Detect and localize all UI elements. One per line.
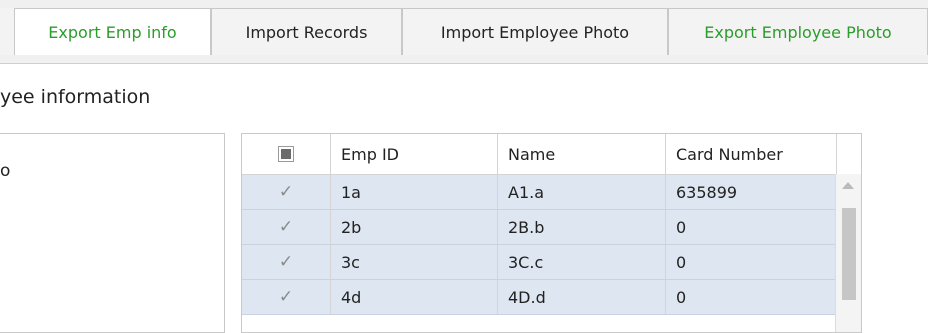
name-cell[interactable]: A1.a (498, 175, 666, 209)
card-number-cell[interactable]: 0 (666, 245, 837, 279)
row-checkbox[interactable]: ✓ (242, 175, 331, 209)
tab-export-employee-photo[interactable]: Export Employee Photo (668, 8, 928, 55)
tab-export-emp-info[interactable]: Export Emp info (14, 8, 211, 55)
select-all-checkbox[interactable] (278, 146, 294, 162)
row-checkbox[interactable]: ✓ (242, 245, 331, 279)
column-header-name[interactable]: Name (498, 134, 666, 174)
section-title: yee information (0, 86, 151, 108)
name-cell[interactable]: 4D.d (498, 280, 666, 314)
emp-id-cell[interactable]: 1a (331, 175, 498, 209)
name-cell[interactable]: 3C.c (498, 245, 666, 279)
table-row[interactable]: ✓ 3c 3C.c 0 (242, 245, 837, 280)
emp-id-cell[interactable]: 2b (331, 210, 498, 244)
left-panel-text: o (0, 161, 11, 181)
vertical-scrollbar[interactable] (835, 174, 861, 332)
scroll-up-arrow-icon[interactable] (842, 182, 854, 189)
tab-import-records[interactable]: Import Records (211, 8, 402, 55)
table-row[interactable]: ✓ 1a A1.a 635899 (242, 175, 837, 210)
tab-import-employee-photo[interactable]: Import Employee Photo (402, 8, 668, 55)
scroll-thumb[interactable] (842, 208, 856, 300)
tab-bar-edge (0, 8, 15, 55)
emp-id-cell[interactable]: 3c (331, 245, 498, 279)
column-header-card-number[interactable]: Card Number (666, 134, 837, 174)
table-row[interactable]: ✓ 2b 2B.b 0 (242, 210, 837, 245)
left-panel: o (0, 133, 225, 333)
table-row[interactable]: ✓ 4d 4D.d 0 (242, 280, 837, 315)
employee-grid: Emp ID Name Card Number ✓ 1a A1.a 635899… (241, 133, 862, 333)
row-checkbox[interactable]: ✓ (242, 210, 331, 244)
card-number-cell[interactable]: 0 (666, 280, 837, 314)
card-number-cell[interactable]: 0 (666, 210, 837, 244)
row-checkbox[interactable]: ✓ (242, 280, 331, 314)
emp-id-cell[interactable]: 4d (331, 280, 498, 314)
select-all-checkbox-cell[interactable] (242, 134, 331, 174)
grid-header: Emp ID Name Card Number (242, 134, 861, 175)
name-cell[interactable]: 2B.b (498, 210, 666, 244)
column-header-emp-id[interactable]: Emp ID (331, 134, 498, 174)
card-number-cell[interactable]: 635899 (666, 175, 837, 209)
tab-bar: Export Emp info Import Records Import Em… (0, 0, 928, 64)
